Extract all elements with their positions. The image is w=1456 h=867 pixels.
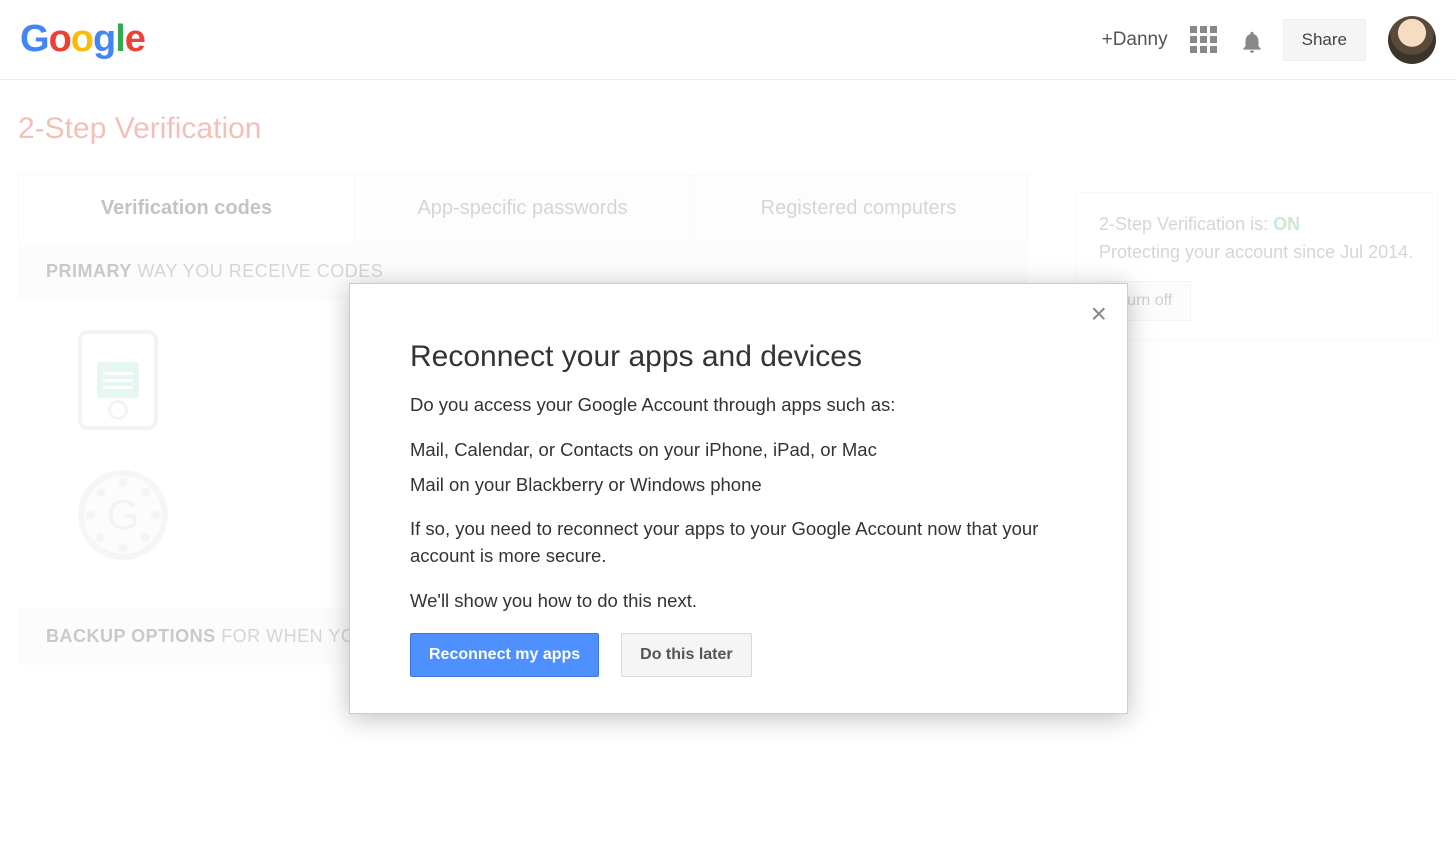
authenticator-icon xyxy=(78,470,168,560)
share-button[interactable]: Share xyxy=(1283,19,1366,61)
tab-registered-computers[interactable]: Registered computers xyxy=(691,175,1027,243)
tab-verification-codes[interactable]: Verification codes xyxy=(19,175,355,243)
tabs: Verification codes App-specific password… xyxy=(18,174,1028,243)
status-on-badge: ON xyxy=(1273,214,1300,234)
reconnect-apps-button[interactable]: Reconnect my apps xyxy=(410,633,599,677)
google-logo[interactable]: Google xyxy=(20,18,145,61)
page-title: 2-Step Verification xyxy=(0,80,1456,174)
modal-body: If so, you need to reconnect your apps t… xyxy=(410,516,1067,570)
user-profile-link[interactable]: +Danny xyxy=(1102,29,1168,51)
header-actions: +Danny Share xyxy=(1102,16,1436,64)
modal-example-1: Mail, Calendar, or Contacts on your iPho… xyxy=(410,437,1067,464)
header: Google +Danny Share xyxy=(0,0,1456,80)
status-protecting-text: Protecting your account since Jul 2014. xyxy=(1099,239,1415,267)
modal-actions: Reconnect my apps Do this later xyxy=(410,633,1067,677)
status-card: 2-Step Verification is: ON Protecting yo… xyxy=(1076,192,1438,340)
status-sidebar: 2-Step Verification is: ON Protecting yo… xyxy=(1076,174,1438,777)
reconnect-modal: × Reconnect your apps and devices Do you… xyxy=(349,283,1128,714)
avatar[interactable] xyxy=(1388,16,1436,64)
tab-app-passwords[interactable]: App-specific passwords xyxy=(355,175,691,243)
close-icon[interactable]: × xyxy=(1091,300,1107,328)
modal-intro: Do you access your Google Account throug… xyxy=(410,392,1067,419)
status-prefix: 2-Step Verification is: xyxy=(1099,214,1273,234)
modal-example-2: Mail on your Blackberry or Windows phone xyxy=(410,472,1067,499)
modal-title: Reconnect your apps and devices xyxy=(410,340,1067,374)
notifications-icon[interactable] xyxy=(1239,29,1261,51)
apps-icon[interactable] xyxy=(1190,26,1217,53)
phone-icon xyxy=(78,330,158,430)
do-later-button[interactable]: Do this later xyxy=(621,633,751,677)
modal-next: We'll show you how to do this next. xyxy=(410,588,1067,615)
